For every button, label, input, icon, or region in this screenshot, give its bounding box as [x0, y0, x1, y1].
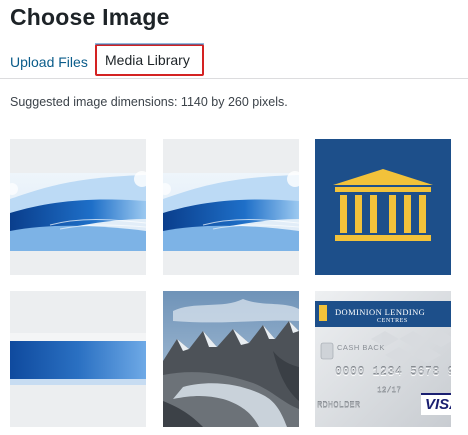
- card-date-text: 12/17: [377, 387, 402, 396]
- media-thumbnail-bank-logo[interactable]: [315, 139, 451, 275]
- tab-media-library[interactable]: Media Library: [95, 43, 204, 76]
- blue-stripe-image: [10, 291, 146, 427]
- bank-columns-icon: [315, 139, 451, 275]
- media-thumbnail-blue-wave-2[interactable]: [163, 139, 299, 275]
- card-number-text: 0000 1234 5678 9010: [335, 366, 451, 379]
- media-thumbnail-blue-wave-1[interactable]: [10, 139, 146, 275]
- card-brand-text: DOMINION LENDING: [335, 307, 426, 317]
- tab-upload-files[interactable]: Upload Files: [0, 49, 98, 75]
- card-holder-text: RDHOLDER: [317, 401, 361, 411]
- blue-wave-image: [10, 139, 146, 275]
- media-thumbnail-credit-card[interactable]: DOMINION LENDING CENTRES CASH BACK 0000 …: [315, 291, 451, 427]
- tabs-divider: [0, 78, 468, 79]
- suggested-dimensions-hint: Suggested image dimensions: 1140 by 260 …: [10, 95, 288, 109]
- media-thumbnail-mountains[interactable]: [163, 291, 299, 427]
- card-brand-subtext: CENTRES: [377, 318, 408, 324]
- media-thumbnail-blue-stripe[interactable]: [10, 291, 146, 427]
- card-cashback-text: CASH BACK: [337, 343, 385, 352]
- mountain-photo: [163, 291, 299, 427]
- dialog-title: Choose Image: [10, 4, 170, 30]
- visa-logo: VISA: [421, 393, 451, 415]
- blue-wave-image: [163, 139, 299, 275]
